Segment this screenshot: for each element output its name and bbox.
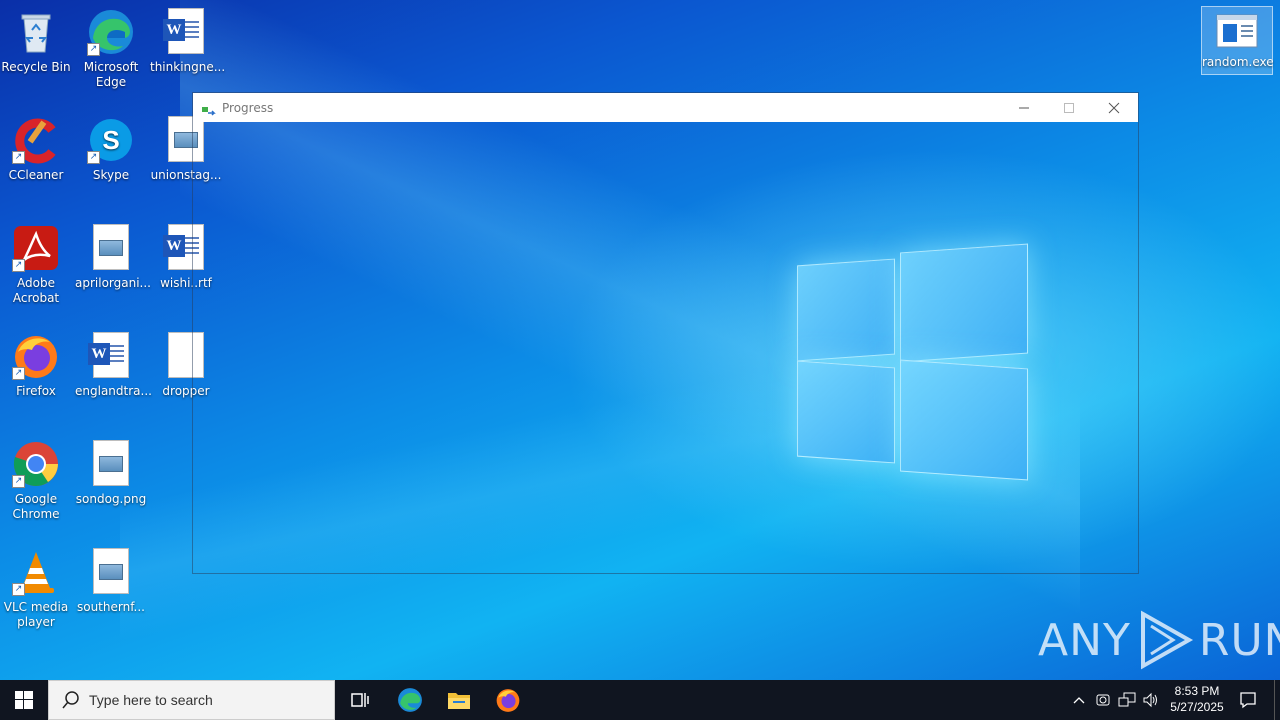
shortcut-arrow-icon: ↗ (12, 151, 25, 164)
ccleaner-icon: ↗ (12, 116, 60, 164)
word-document-icon: W (162, 8, 210, 56)
maximize-button[interactable] (1046, 93, 1092, 122)
network-icon (1118, 692, 1136, 707)
firefox-icon (496, 689, 520, 712)
sondog-label: sondog.png (75, 492, 147, 506)
adobe-acrobat-icon: ↗ (12, 224, 60, 272)
image-file-icon (87, 224, 135, 272)
aprilorgani-file-item[interactable]: aprilorgani... (75, 224, 151, 291)
shortcut-arrow-icon: ↗ (12, 259, 25, 272)
progress-window[interactable]: Progress (192, 92, 1139, 574)
firefox-icon: ↗ (12, 332, 60, 380)
progress-app-icon (202, 102, 216, 116)
windows-start-icon (15, 691, 33, 709)
chrome-icon: ↗ (12, 440, 60, 488)
chevron-up-icon (1073, 697, 1085, 704)
sondog-file-item[interactable]: sondog.png (75, 440, 147, 507)
shortcut-arrow-icon: ↗ (87, 43, 100, 56)
minimize-button[interactable] (1001, 93, 1047, 122)
microsoft-edge-label: Microsoft Edge (83, 60, 139, 89)
vlc-cone-icon: ↗ (12, 548, 60, 596)
taskbar: Type here to search 8:53 PM 5/27/2025 (0, 680, 1280, 720)
adobe-acrobat-label: Adobe Acrobat (12, 276, 60, 305)
vlc-icon-item[interactable]: ↗ VLC media player (0, 548, 72, 630)
show-desktop-divider[interactable] (1274, 680, 1275, 720)
englandtra-file-item[interactable]: W englandtra... (75, 332, 152, 399)
englandtra-label: englandtra... (75, 384, 152, 398)
svg-text:S: S (102, 125, 119, 155)
shortcut-arrow-icon: ↗ (12, 583, 25, 596)
taskbar-firefox-button[interactable] (484, 680, 532, 720)
maximize-icon (1064, 102, 1074, 113)
volume-button[interactable] (1140, 680, 1162, 720)
search-icon (61, 690, 81, 710)
close-icon (1108, 102, 1120, 113)
vlc-label: VLC media player (3, 600, 69, 629)
shortcut-arrow-icon: ↗ (87, 151, 100, 164)
shortcut-arrow-icon: ↗ (12, 367, 25, 380)
skype-icon-item[interactable]: S ↗ Skype (75, 116, 147, 183)
taskbar-search-box[interactable]: Type here to search (48, 680, 335, 720)
ccleaner-label: CCleaner (8, 168, 64, 182)
start-button[interactable] (0, 680, 48, 720)
recycle-bin-icon (12, 8, 60, 56)
firefox-label: Firefox (16, 384, 56, 398)
adobe-acrobat-icon-item[interactable]: ↗ Adobe Acrobat (0, 224, 72, 306)
window-title: Progress (222, 100, 274, 115)
taskbar-file-explorer-button[interactable] (435, 680, 483, 720)
thinking-file-item[interactable]: W thinkingne... (150, 8, 226, 75)
firefox-icon-item[interactable]: ↗ Firefox (0, 332, 72, 399)
notification-icon (1240, 692, 1256, 709)
image-file-icon (87, 440, 135, 488)
southernf-label: southernf... (76, 600, 145, 614)
skype-label: Skype (92, 168, 130, 182)
taskbar-edge-button[interactable] (386, 680, 434, 720)
executable-window-icon (1215, 11, 1259, 51)
recycle-bin-label: Recycle Bin (1, 60, 71, 74)
network-button[interactable] (1115, 680, 1139, 720)
anyrun-watermark: ANY RUN (1038, 608, 1280, 672)
task-view-icon (351, 693, 369, 707)
southernf-file-item[interactable]: southernf... (75, 548, 147, 615)
close-button[interactable] (1091, 93, 1137, 122)
recycle-bin-icon-item[interactable]: Recycle Bin (0, 8, 72, 75)
search-placeholder: Type here to search (89, 692, 213, 708)
minimize-icon (1019, 107, 1029, 108)
watermark-any: ANY (1038, 614, 1131, 666)
skype-icon: S ↗ (87, 116, 135, 164)
edge-icon (398, 688, 422, 712)
task-view-button[interactable] (336, 680, 384, 720)
folder-icon (448, 693, 470, 709)
google-chrome-icon-item[interactable]: ↗ Google Chrome (0, 440, 72, 522)
show-hidden-icons-button[interactable] (1068, 680, 1090, 720)
thinking-label: thinkingne... (150, 60, 226, 74)
google-chrome-label: Google Chrome (12, 492, 60, 521)
watermark-run: RUN (1198, 614, 1280, 666)
clock-time: 8:53 PM (1174, 684, 1220, 698)
window-titlebar[interactable]: Progress (193, 93, 1138, 122)
shortcut-arrow-icon: ↗ (12, 475, 25, 488)
edge-icon: ↗ (87, 8, 135, 56)
play-triangle-icon (1140, 610, 1193, 670)
word-document-icon: W (87, 332, 135, 380)
meet-now-button[interactable] (1092, 680, 1114, 720)
aprilorgani-label: aprilorgani... (75, 276, 151, 290)
microsoft-edge-icon-item[interactable]: ↗ Microsoft Edge (75, 8, 147, 90)
ccleaner-icon-item[interactable]: ↗ CCleaner (0, 116, 72, 183)
action-center-button[interactable] (1232, 680, 1264, 720)
camera-icon (1096, 694, 1110, 706)
image-file-icon (87, 548, 135, 596)
speaker-icon (1143, 692, 1157, 708)
taskbar-clock[interactable]: 8:53 PM 5/27/2025 (1164, 680, 1230, 720)
random-exe-icon-item[interactable]: random.exe (1201, 6, 1274, 75)
random-exe-label: random.exe (1202, 55, 1274, 69)
clock-date: 5/27/2025 (1170, 700, 1224, 714)
